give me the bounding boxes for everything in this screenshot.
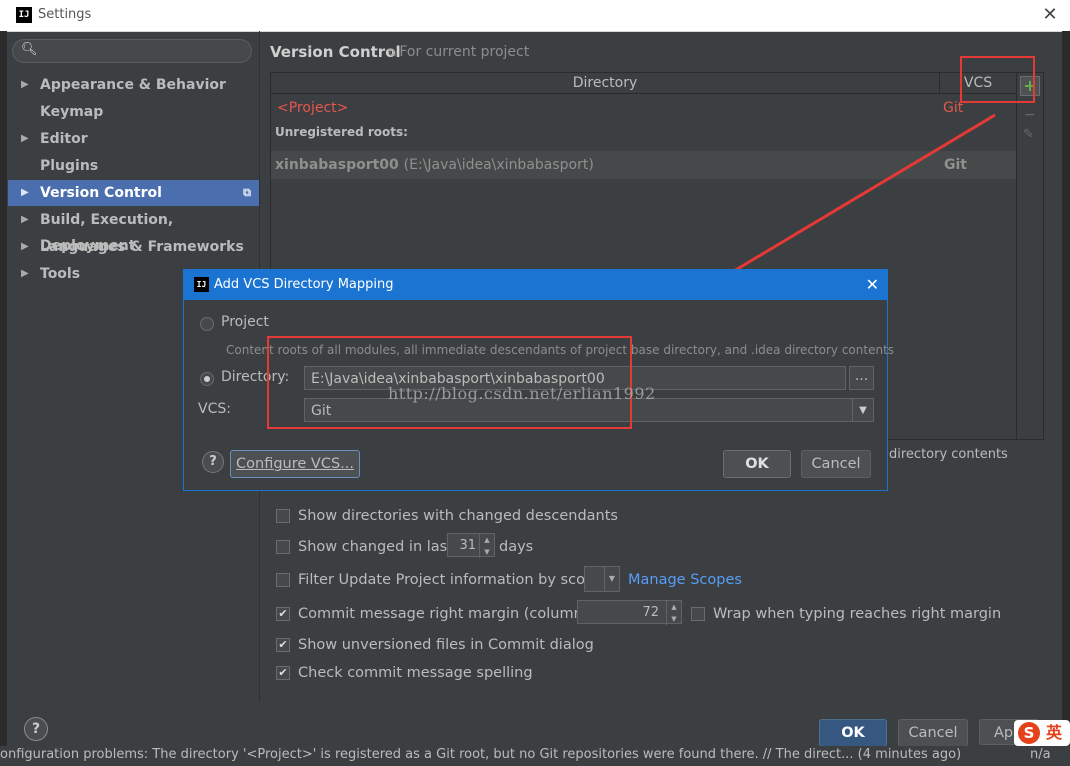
watermark: http://blog.csdn.net/erlian1992 — [388, 384, 656, 403]
margin-stepper[interactable]: 72 ▲ ▼ — [577, 600, 682, 625]
cancel-button[interactable]: Cancel — [898, 719, 968, 747]
annotation-box — [267, 336, 632, 429]
sogou-logo-icon: S — [1018, 722, 1040, 744]
ok-button[interactable]: OK — [819, 719, 887, 747]
commit-margin-checkbox[interactable]: ✔ Commit message right margin (columns): — [276, 603, 601, 625]
stepper-arrows-icon[interactable]: ▲ ▼ — [666, 601, 681, 625]
dialog-titlebar: IJ Add VCS Directory Mapping ✕ — [184, 270, 887, 300]
dialog-ok-button[interactable]: OK — [723, 450, 791, 478]
wrap-typing-checkbox[interactable]: Wrap when typing reaches right margin — [691, 603, 1001, 625]
show-unversioned-checkbox[interactable]: ✔ Show unversioned files in Commit dialog — [276, 634, 596, 656]
chevron-down-icon: ▼ — [852, 399, 873, 421]
manage-scopes-link[interactable]: Manage Scopes — [628, 569, 742, 591]
intellij-logo-icon: IJ — [194, 277, 209, 292]
status-right: n/a — [1030, 747, 1051, 762]
vcs-label: VCS: — [198, 401, 231, 417]
show-changed-descendants-checkbox[interactable]: Show directories with changed descendant… — [276, 505, 676, 527]
help-icon[interactable]: ? — [202, 451, 224, 473]
dialog-cancel-button[interactable]: Cancel — [801, 450, 871, 478]
filter-update-checkbox[interactable]: Filter Update Project information by sco… — [276, 569, 603, 591]
browse-button[interactable]: ... — [849, 366, 874, 390]
ime-indicator[interactable]: S 英 — [1014, 720, 1070, 746]
days-stepper[interactable]: 31 ▲ ▼ — [447, 533, 495, 558]
configure-vcs-button[interactable]: Configure VCS... — [230, 450, 360, 478]
check-spelling-checkbox[interactable]: ✔ Check commit message spelling — [276, 662, 556, 684]
days-label: days — [499, 539, 534, 555]
scope-dropdown[interactable]: ▼ — [584, 566, 620, 592]
ime-mode-label: 英 — [1046, 723, 1063, 742]
stepper-arrows-icon[interactable]: ▲ ▼ — [479, 534, 494, 558]
status-message: onfiguration problems: The directory '<P… — [0, 747, 962, 762]
chevron-down-icon: ▼ — [604, 567, 619, 591]
project-radio[interactable]: Project — [200, 314, 320, 334]
status-bar: onfiguration problems: The directory '<P… — [0, 746, 1070, 766]
help-icon[interactable]: ? — [24, 717, 48, 741]
dialog-close-icon[interactable]: ✕ — [866, 270, 879, 300]
dialog-title: Add VCS Directory Mapping — [214, 277, 394, 292]
